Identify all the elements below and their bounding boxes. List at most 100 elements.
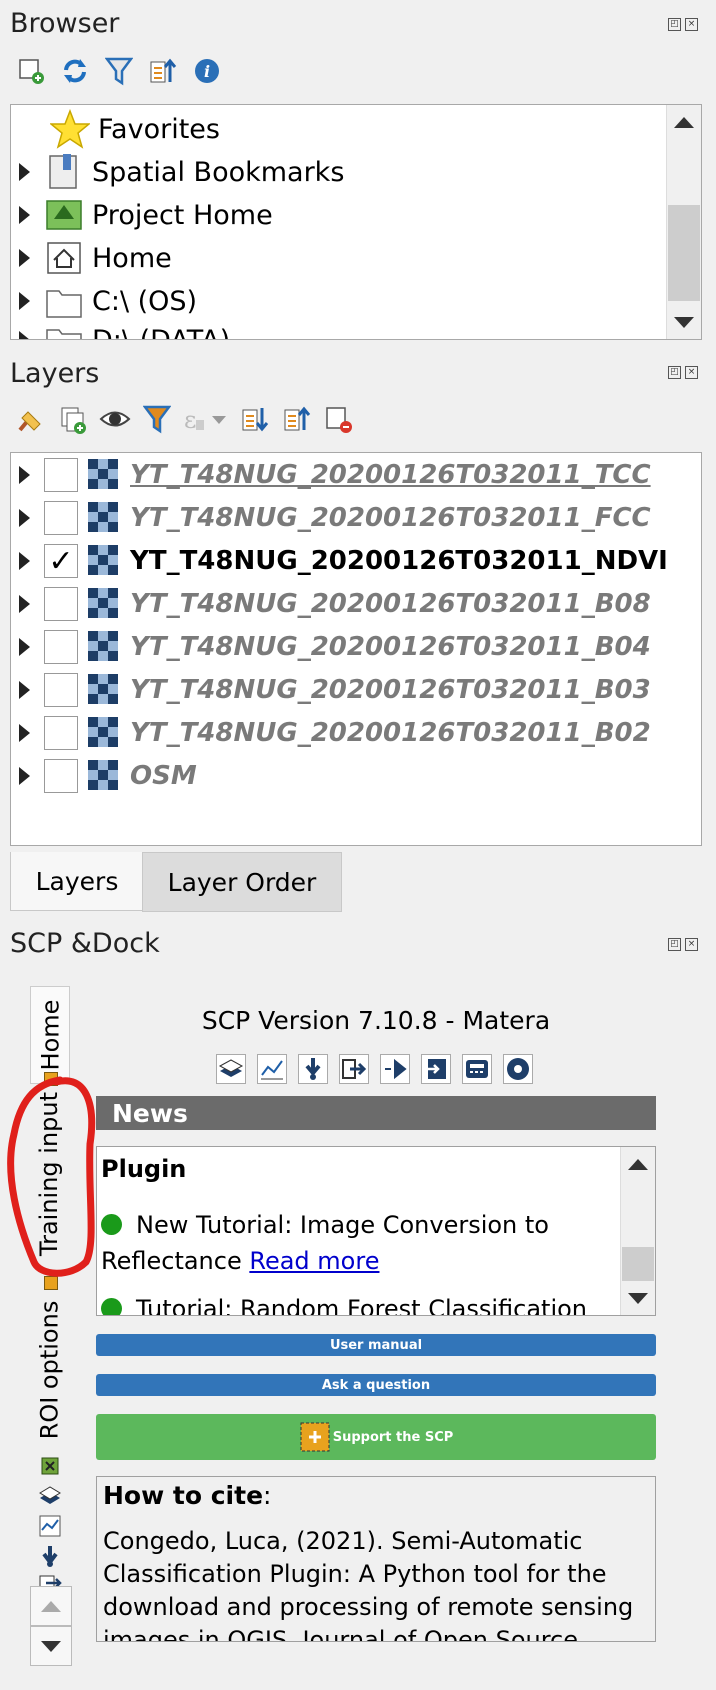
import-icon[interactable] [421,1054,451,1084]
float-panel-icon[interactable]: ◰ [668,938,681,951]
style-manager-icon[interactable] [14,402,48,436]
expand-arrow-icon[interactable] [19,206,30,224]
add-selected-layers-icon[interactable] [14,54,48,88]
layer-visibility-checkbox[interactable] [44,759,78,793]
settings-icon[interactable] [503,1054,533,1084]
expand-arrow-icon[interactable] [19,509,30,527]
spectral-plot-icon[interactable] [257,1054,287,1084]
expand-arrow-icon[interactable] [19,163,30,181]
filter-browser-icon[interactable] [102,54,136,88]
news-scrollbar[interactable] [620,1147,655,1315]
raster-layer-icon [88,717,120,749]
layer-visibility-checkbox[interactable]: ✓ [44,544,78,579]
expand-arrow-icon[interactable] [19,681,30,699]
vertical-tabs-scroll-up[interactable] [30,1586,72,1626]
scroll-up-icon[interactable] [621,1147,655,1181]
user-manual-button[interactable]: User manual [96,1334,656,1356]
browser-item-c-drive[interactable]: C:\ (OS) [11,280,197,322]
spectral-plot-tab-icon[interactable] [38,1514,62,1538]
expand-arrow-icon[interactable] [19,638,30,656]
raster-layer-icon [88,760,120,792]
layer-visibility-checkbox[interactable] [44,587,78,621]
layer-visibility-checkbox[interactable] [44,673,78,707]
layers-tab-icon[interactable] [38,1484,62,1508]
browser-scrollbar[interactable] [666,105,701,339]
close-panel-icon[interactable]: × [685,366,698,379]
expand-all-icon[interactable] [238,402,272,436]
tab-layers[interactable]: Layers [10,852,144,911]
news-panel[interactable]: Plugin New Tutorial: Image Conversion to… [96,1146,656,1316]
download-tab-icon[interactable] [38,1544,62,1568]
expand-arrow-icon[interactable] [19,466,30,484]
layer-item[interactable]: YT_T48NUG_20200126T032011_FCC [11,497,651,539]
close-panel-icon[interactable]: × [685,18,698,31]
expand-arrow-icon[interactable] [19,292,30,310]
band-set-icon[interactable] [380,1054,410,1084]
browser-item-favorites[interactable]: Favorites [11,108,220,150]
expand-arrow-icon[interactable] [19,724,30,742]
browser-item-d-drive[interactable]: D:\ (DATA) [11,319,231,340]
raster-layer-icon [88,674,120,706]
read-more-link[interactable]: Read more [249,1247,379,1275]
tab-layer-order[interactable]: Layer Order [142,852,342,912]
layer-item[interactable]: YT_T48NUG_20200126T032011_TCC [11,454,651,496]
tab-home[interactable]: Home [30,986,70,1084]
scroll-thumb[interactable] [668,205,700,301]
layer-visibility-checkbox[interactable] [44,716,78,750]
manage-visibility-icon[interactable] [98,402,132,436]
layer-visibility-checkbox[interactable] [44,501,78,535]
scroll-down-icon[interactable] [621,1281,655,1315]
add-group-icon[interactable] [56,402,90,436]
properties-info-icon[interactable]: i [190,54,224,88]
download-icon[interactable] [298,1054,328,1084]
scroll-down-icon[interactable] [667,305,701,339]
browser-item-label: D:\ (DATA) [92,324,231,340]
layer-visibility-checkbox[interactable] [44,458,78,492]
ask-question-button[interactable]: Ask a question [96,1374,656,1396]
float-panel-icon[interactable]: ◰ [668,18,681,31]
layers-toolbar: ε [14,402,356,436]
scp-logo-icon [300,1422,330,1452]
expand-arrow-icon[interactable] [19,249,30,267]
scroll-thumb[interactable] [622,1247,654,1281]
browser-tree[interactable]: Favorites Spatial Bookmarks Project Home… [10,104,702,340]
scroll-up-icon[interactable] [667,105,701,139]
layers-stack-icon[interactable] [216,1054,246,1084]
folder-icon [46,329,82,339]
close-panel-icon[interactable]: × [685,938,698,951]
expand-arrow-icon[interactable] [19,767,30,785]
browser-item-home[interactable]: Home [11,237,172,279]
layer-item[interactable]: YT_T48NUG_20200126T032011_B03 [11,669,651,711]
float-panel-icon[interactable]: ◰ [668,366,681,379]
browser-item-project-home[interactable]: Project Home [11,194,273,236]
expand-arrow-icon[interactable] [19,331,30,339]
raster-layer-icon [88,502,120,534]
filter-expression-icon[interactable]: ε [182,402,230,436]
raster-layer-icon [88,631,120,663]
collapse-all-icon[interactable] [146,54,180,88]
batch-icon[interactable] [462,1054,492,1084]
expand-arrow-icon[interactable] [19,552,30,570]
filter-legend-icon[interactable] [140,402,174,436]
support-scp-button[interactable]: Support the SCP [96,1414,656,1460]
expand-arrow-icon[interactable] [19,595,30,613]
export-icon[interactable] [339,1054,369,1084]
tab-roi-options[interactable]: ROI options [30,1292,68,1448]
scp-version-label: SCP Version 7.10.8 - Matera [201,1006,551,1035]
collapse-all-icon[interactable] [280,402,314,436]
layer-item[interactable]: YT_T48NUG_20200126T032011_B02 [11,712,651,754]
layer-item[interactable]: YT_T48NUG_20200126T032011_B08 [11,583,651,625]
vertical-tabs-scroll-down[interactable] [30,1626,72,1666]
layer-visibility-checkbox[interactable] [44,630,78,664]
raster-layer-icon [88,588,120,620]
remove-layer-icon[interactable] [322,402,356,436]
layers-tree[interactable]: YT_T48NUG_20200126T032011_TCC YT_T48NUG_… [10,452,702,846]
browser-item-spatial-bookmarks[interactable]: Spatial Bookmarks [11,151,344,193]
layer-name: YT_T48NUG_20200126T032011_TCC [130,460,651,490]
layer-item[interactable]: YT_T48NUG_20200126T032011_B04 [11,626,651,668]
band-calc-tab-icon[interactable] [38,1456,62,1478]
refresh-icon[interactable] [58,54,92,88]
project-home-icon [46,200,82,230]
layer-item[interactable]: OSM [11,755,197,797]
layer-item-active[interactable]: ✓ YT_T48NUG_20200126T032011_NDVI [11,540,668,582]
